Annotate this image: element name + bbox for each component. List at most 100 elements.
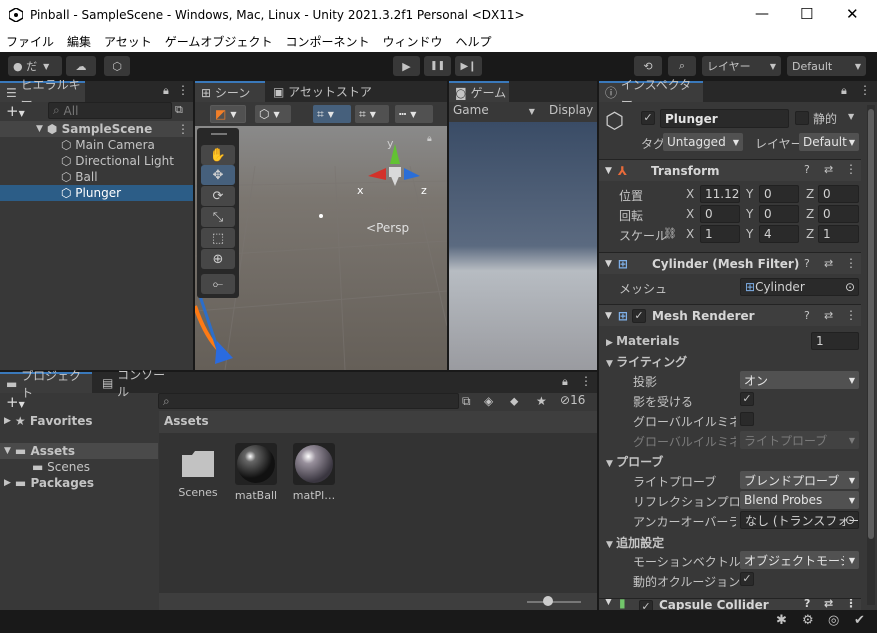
game-viewport[interactable] xyxy=(449,122,597,370)
list-item-selected[interactable]: ⬡ Plunger xyxy=(0,185,193,201)
link-icon[interactable]: ⛓ xyxy=(663,227,677,240)
favorites-item[interactable]: ▶ ★ Favorites xyxy=(4,413,93,429)
materials-foldout[interactable]: ▶ Materials xyxy=(606,334,679,348)
asset-tile[interactable]: matBall xyxy=(231,443,281,502)
enabled-checkbox[interactable]: ✓ xyxy=(639,600,653,610)
preset-icon[interactable]: ⇄ xyxy=(824,309,833,322)
rotation-z-field[interactable]: 0 xyxy=(818,205,859,223)
more-menu-icon[interactable]: ⋮ xyxy=(177,83,189,97)
filter-icon[interactable]: ⧉ xyxy=(175,103,183,117)
maximize-button[interactable]: ☐ xyxy=(800,5,813,23)
move-tool-button[interactable]: ✥ xyxy=(201,165,235,185)
hidden-count[interactable]: ⊘16 xyxy=(560,393,585,407)
add-asset-button[interactable]: +▼ xyxy=(6,393,25,411)
active-checkbox[interactable]: ✓ xyxy=(641,111,655,125)
menu-component[interactable]: コンポーネント xyxy=(285,33,369,50)
custom-tool-button[interactable]: ⟜ xyxy=(201,274,235,294)
materials-count-field[interactable]: 1 xyxy=(811,332,859,350)
scrollbar-thumb[interactable] xyxy=(868,109,874,539)
capsule-collider-header[interactable]: ▼ ▮ ✓ Capsule Collider ? ⇄ ⋮ xyxy=(599,598,861,610)
tab-console[interactable]: ▤ コンソール xyxy=(96,368,176,399)
inspector-scrollbar[interactable] xyxy=(867,105,875,605)
check-icon[interactable]: ✔ xyxy=(854,613,865,628)
reflection-probes-dropdown[interactable]: Blend Probes ▼ xyxy=(740,491,859,509)
tab-inspector[interactable]: ⓘ インスペクター xyxy=(599,78,703,109)
enabled-checkbox[interactable]: ✓ xyxy=(631,308,646,323)
lock-icon[interactable]: 🔒︎ xyxy=(562,375,568,389)
shading-dropdown[interactable]: ⬡ ▼ xyxy=(255,105,291,123)
menu-edit[interactable]: 編集 xyxy=(67,33,91,50)
assets-item[interactable]: ▼ ▬ Assets xyxy=(0,443,158,459)
display-dropdown[interactable]: Display xyxy=(549,103,593,117)
rotation-y-field[interactable]: 0 xyxy=(759,205,799,223)
tab-asset-store[interactable]: ▣ アセットストア xyxy=(267,81,377,102)
rotate-tool-button[interactable]: ⟳ xyxy=(201,186,235,206)
component-menu-icon[interactable]: ⋮ xyxy=(845,256,857,270)
lock-icon[interactable]: 🔒︎ xyxy=(841,84,847,98)
palette-handle[interactable] xyxy=(211,133,227,135)
gizmo-toggle[interactable]: ⌗ ▼ xyxy=(313,105,351,123)
tab-project[interactable]: ▬ プロジェクト xyxy=(0,369,92,400)
tab-hierarchy[interactable]: ☰ ヒエラルキー xyxy=(0,78,85,109)
bug-icon[interactable]: ✱ xyxy=(776,613,787,628)
collab-button[interactable]: ⬡ xyxy=(104,56,130,76)
view-options-dropdown[interactable]: ┅ ▼ xyxy=(395,105,433,123)
history-button[interactable]: ⟲ xyxy=(634,56,662,76)
position-z-field[interactable]: 0 xyxy=(818,185,859,203)
draw-mode-dropdown[interactable]: ◩ ▼ xyxy=(210,105,246,123)
menu-gameobject[interactable]: ゲームオブジェクト xyxy=(165,33,273,50)
preset-icon[interactable]: ⇄ xyxy=(824,257,833,270)
dynamic-occlusion-checkbox[interactable]: ✓ xyxy=(740,572,754,586)
object-picker-icon[interactable]: ⊙ xyxy=(845,513,855,527)
layout-dropdown[interactable]: Default ▼ xyxy=(787,56,866,76)
lighting-foldout[interactable]: ▼ ライティング xyxy=(606,353,687,370)
chevron-down-icon[interactable]: ▼ xyxy=(848,112,854,121)
persp-label[interactable]: <Persp xyxy=(366,221,409,235)
label-filter-icon[interactable]: ⬥ xyxy=(510,394,518,409)
menu-help[interactable]: ヘルプ xyxy=(455,33,491,50)
component-menu-icon[interactable]: ⋮ xyxy=(845,308,857,322)
snap-dropdown[interactable]: ⌗ ▼ xyxy=(355,105,389,123)
help-icon[interactable]: ? xyxy=(804,309,810,322)
component-menu-icon[interactable]: ⋮ xyxy=(845,599,857,610)
transform-tool-button[interactable]: ⊕ xyxy=(201,249,235,269)
component-menu-icon[interactable]: ⋮ xyxy=(845,162,857,176)
list-item[interactable]: ⬡ Directional Light xyxy=(0,153,193,169)
transform-header[interactable]: ▼ ⅄ Transform xyxy=(599,159,861,181)
preset-icon[interactable]: ⇄ xyxy=(824,599,833,610)
anchor-override-field[interactable]: なし (トランスフォーム⊙ xyxy=(740,511,859,529)
search-button[interactable]: ⌕ xyxy=(668,56,696,76)
zoom-slider-track[interactable] xyxy=(527,601,581,603)
hierarchy-search-input[interactable]: ⌕ All xyxy=(48,102,172,119)
layers-dropdown[interactable]: レイヤー ▼ xyxy=(702,56,781,76)
probes-foldout[interactable]: ▼ プローブ xyxy=(606,453,663,470)
cloud-button[interactable]: ☁ xyxy=(66,56,96,76)
help-icon[interactable]: ? xyxy=(804,599,810,610)
hand-tool-button[interactable]: ✋ xyxy=(201,145,235,165)
position-x-field[interactable]: 11.12 xyxy=(700,185,740,203)
lock-icon[interactable]: 🔒︎ xyxy=(163,84,169,98)
play-button[interactable]: ▶ xyxy=(393,56,420,76)
tag-dropdown[interactable]: Untagged ▼ xyxy=(663,133,743,151)
scale-tool-button[interactable]: ⤡ xyxy=(201,207,235,227)
menu-assets[interactable]: アセット xyxy=(104,33,152,50)
tab-game[interactable]: ◙ ゲーム xyxy=(449,81,509,102)
rect-tool-button[interactable]: ⬚ xyxy=(201,228,235,248)
minimize-button[interactable]: — xyxy=(755,6,769,22)
list-item[interactable]: ⬡ Main Camera xyxy=(0,137,193,153)
menu-file[interactable]: ファイル xyxy=(6,33,54,50)
scene-row[interactable]: ▼ ⬢ SampleScene xyxy=(0,121,193,137)
build-icon[interactable]: ⚙ xyxy=(802,613,814,628)
layer-dropdown[interactable]: Default ▼ xyxy=(799,133,859,151)
help-icon[interactable]: ? xyxy=(804,163,810,176)
list-item[interactable]: ⬡ Ball xyxy=(0,169,193,185)
preset-icon[interactable]: ⇄ xyxy=(824,163,833,176)
mesh-renderer-header[interactable]: ▼ ⊞ ✓ Mesh Renderer xyxy=(599,304,861,326)
favorite-icon[interactable]: ★ xyxy=(536,394,547,408)
menu-window[interactable]: ウィンドウ xyxy=(382,33,442,50)
more-menu-icon[interactable]: ⋮ xyxy=(859,83,871,97)
orientation-gizmo[interactable] xyxy=(360,136,430,206)
scale-x-field[interactable]: 1 xyxy=(700,225,740,243)
add-button[interactable]: +▼ xyxy=(6,102,25,120)
help-icon[interactable]: ? xyxy=(804,257,810,270)
